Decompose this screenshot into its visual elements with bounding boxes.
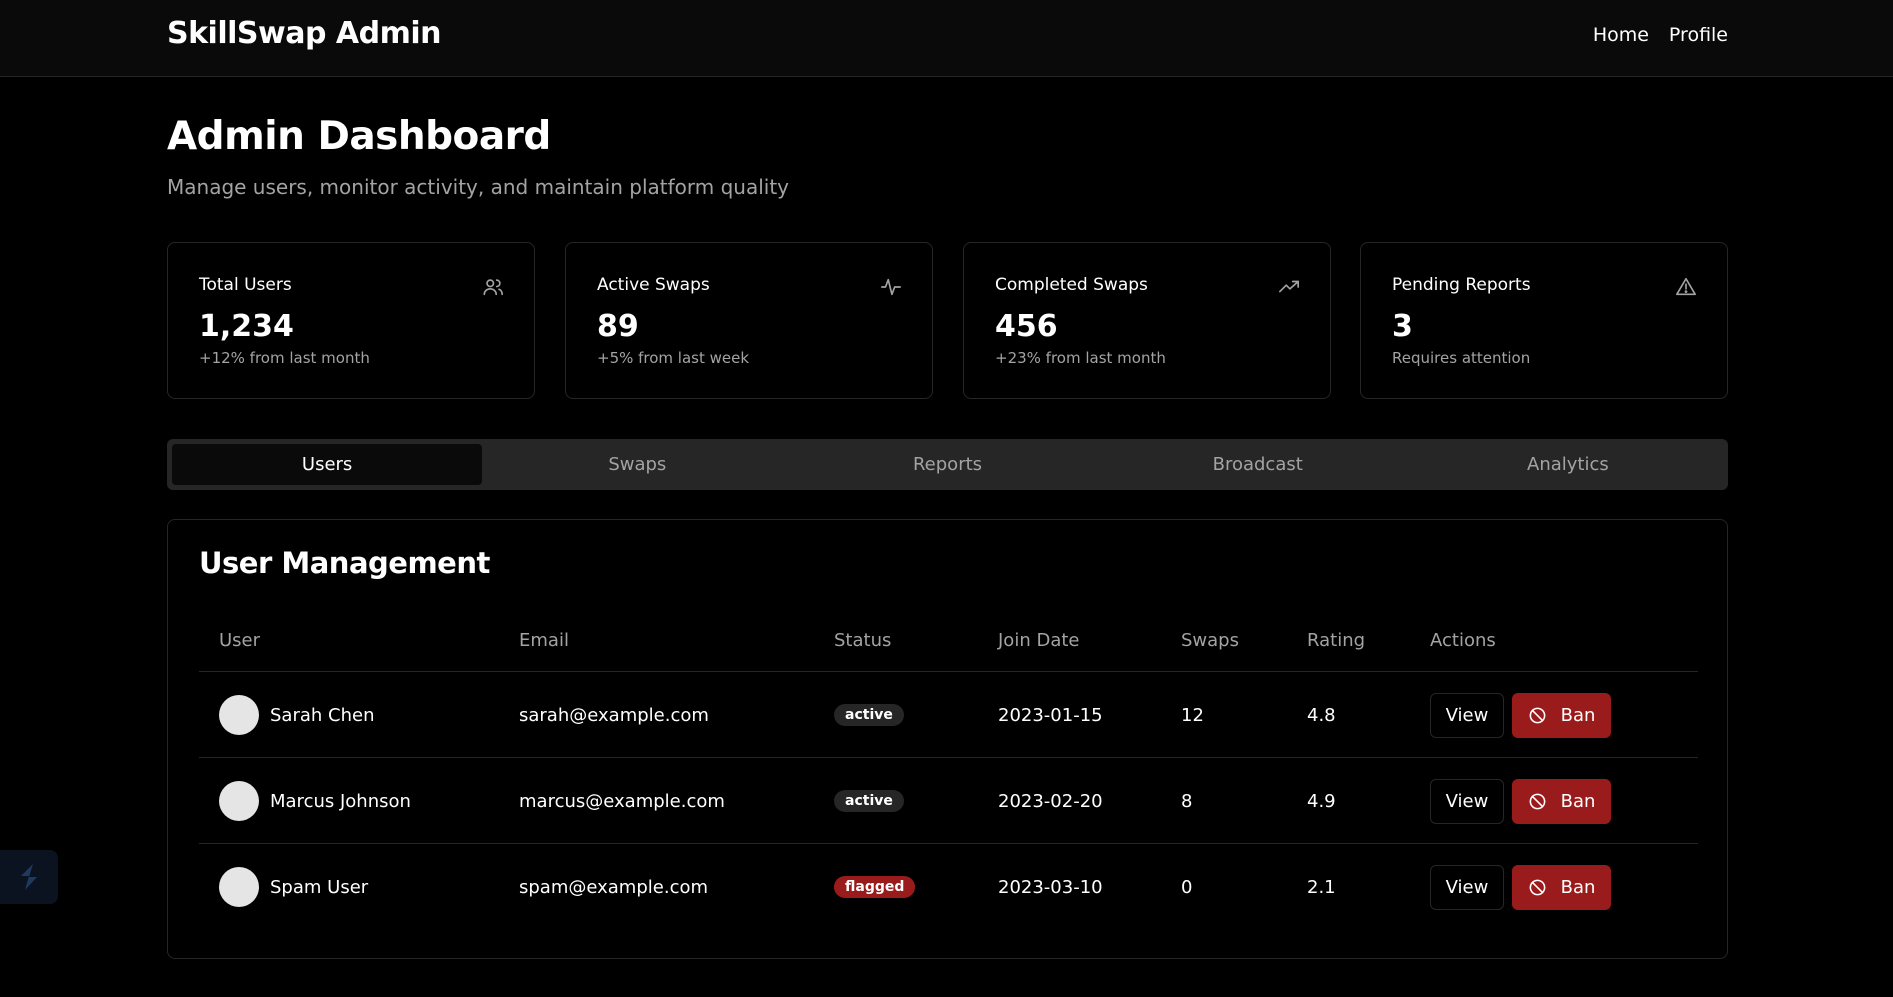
actions-cell: View Ban [1430,672,1611,758]
status-cell: active [834,758,904,844]
stat-card-completed-swaps: Completed Swaps 456 +23% from last month [963,242,1331,399]
stat-value: 89 [597,309,639,344]
ban-label: Ban [1560,790,1596,812]
actions-cell: View Ban [1430,758,1611,844]
brand-logo-text[interactable]: SkillSwap Admin [167,16,441,51]
stat-label: Active Swaps [597,275,710,295]
stat-card-total-users: Total Users 1,234 +12% from last month [167,242,535,399]
avatar [219,781,259,821]
page-subtitle: Manage users, monitor activity, and main… [167,175,790,199]
user-email: marcus@example.com [519,790,725,812]
stat-label: Total Users [199,275,292,295]
user-name: Sarah Chen [270,704,375,726]
rating: 4.8 [1307,704,1336,726]
table-row: Spam User spam@example.com flagged 2023-… [199,843,1698,929]
column-header-email: Email [519,630,569,651]
status-badge: active [834,704,904,726]
stat-value: 3 [1392,309,1413,344]
user-cell: Spam User [219,844,368,930]
stat-card-active-swaps: Active Swaps 89 +5% from last week [565,242,933,399]
stat-label: Pending Reports [1392,275,1531,295]
ban-icon [1529,707,1546,723]
column-header-actions: Actions [1430,630,1496,651]
stat-label: Completed Swaps [995,275,1148,295]
stat-value: 456 [995,309,1058,344]
actions-cell: View Ban [1430,844,1611,930]
column-header-swaps: Swaps [1181,630,1239,651]
stat-note: +23% from last month [995,349,1166,367]
tab-reports[interactable]: Reports [792,444,1102,485]
stat-card-pending-reports: Pending Reports 3 Requires attention [1360,242,1728,399]
tab-analytics[interactable]: Analytics [1413,444,1723,485]
user-name: Spam User [270,876,369,898]
nav-links: Home Profile [1593,24,1728,46]
status-badge: flagged [834,876,916,898]
nav-link-home[interactable]: Home [1593,24,1649,46]
table-row: Marcus Johnson marcus@example.com active… [199,757,1698,843]
activity-icon [880,276,902,298]
trending-up-icon [1278,276,1300,298]
ban-button[interactable]: Ban [1512,864,1611,910]
view-button[interactable]: View [1430,692,1504,738]
avatar [219,695,259,735]
column-header-status: Status [834,630,892,651]
bolt-logo-icon [21,864,37,890]
join-date: 2023-03-10 [998,876,1103,898]
rating: 2.1 [1307,876,1336,898]
swaps-count: 12 [1181,704,1204,726]
dashboard-tabs: Users Swaps Reports Broadcast Analytics [167,439,1728,490]
view-button[interactable]: View [1430,778,1504,824]
column-header-join-date: Join Date [998,630,1080,651]
stat-note: Requires attention [1392,349,1531,367]
stat-note: +12% from last month [199,349,370,367]
view-button[interactable]: View [1430,864,1504,910]
user-email: sarah@example.com [519,704,709,726]
user-cell: Marcus Johnson [219,758,411,844]
tab-swaps[interactable]: Swaps [482,444,792,485]
user-cell: Sarah Chen [219,672,374,758]
user-email: spam@example.com [519,876,709,898]
alert-triangle-icon [1675,276,1697,298]
users-icon [482,276,504,298]
status-badge: active [834,790,904,812]
swaps-count: 0 [1181,876,1193,898]
avatar [219,867,259,907]
user-name: Marcus Johnson [270,790,411,812]
column-header-rating: Rating [1307,630,1366,651]
stat-value: 1,234 [199,309,294,344]
rating: 4.9 [1307,790,1336,812]
status-cell: active [834,672,904,758]
ban-label: Ban [1560,876,1596,898]
column-header-user: User [219,630,261,651]
status-cell: flagged [834,844,916,930]
ban-icon [1529,879,1546,895]
top-navbar: SkillSwap Admin Home Profile [0,0,1893,77]
nav-link-profile[interactable]: Profile [1669,24,1728,46]
panel-title: User Management [199,546,490,580]
join-date: 2023-01-15 [998,704,1103,726]
page-title: Admin Dashboard [167,114,551,159]
ban-button[interactable]: Ban [1512,778,1611,824]
tab-users[interactable]: Users [172,444,483,485]
ban-icon [1529,793,1546,809]
swaps-count: 8 [1181,790,1193,812]
user-management-panel: User Management User Email Status Join D… [167,519,1728,959]
tab-broadcast[interactable]: Broadcast [1103,444,1413,485]
join-date: 2023-02-20 [998,790,1103,812]
table-row: Sarah Chen sarah@example.com active 2023… [199,671,1698,757]
ban-label: Ban [1560,704,1596,726]
floating-app-logo-icon[interactable] [0,850,58,904]
stat-note: +5% from last week [597,349,750,367]
ban-button[interactable]: Ban [1512,692,1611,738]
